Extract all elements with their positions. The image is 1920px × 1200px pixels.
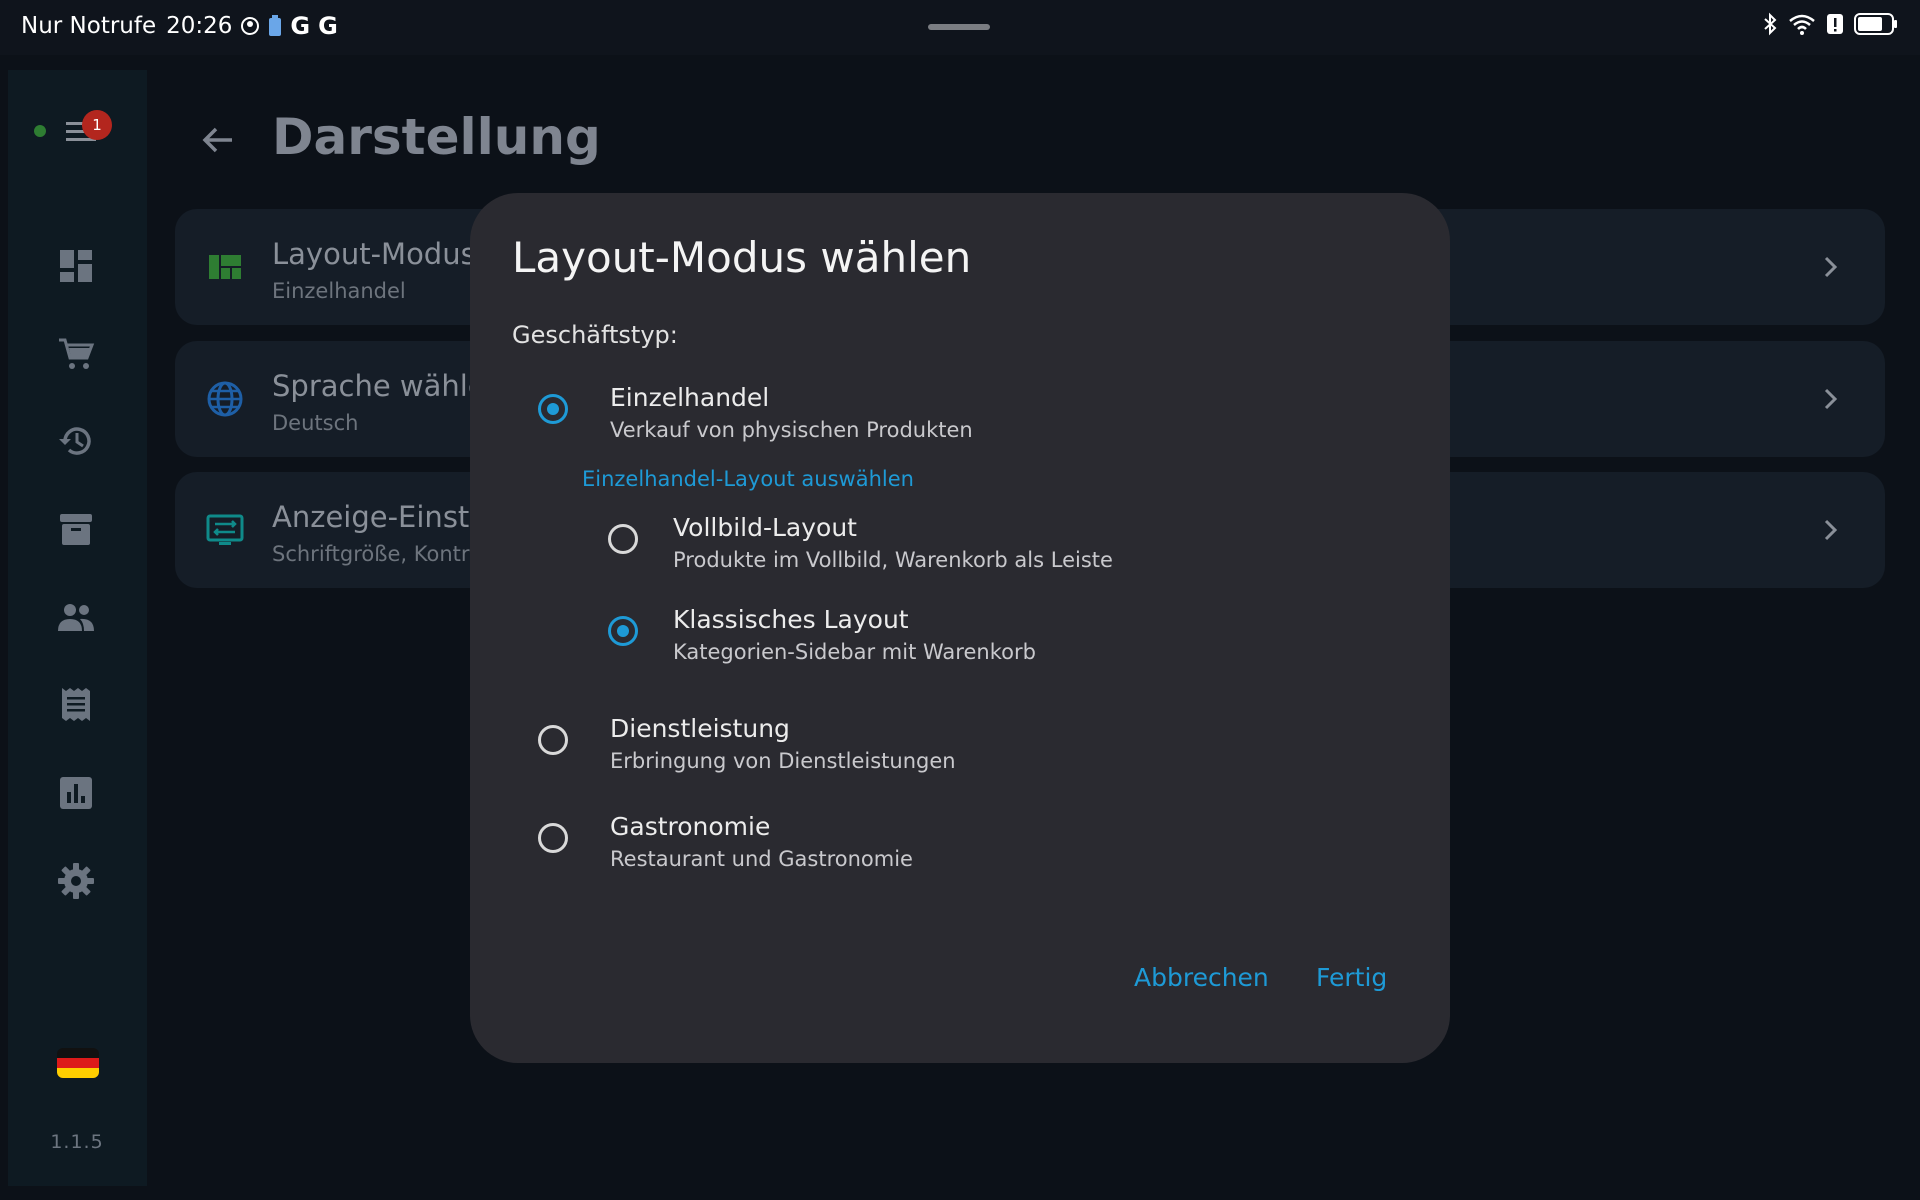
setting-subtitle: Einzelhandel [272, 279, 406, 303]
option-subtitle: Restaurant und Gastronomie [610, 847, 913, 871]
layout-mode-dialog: Layout-Modus wählen Geschäftstyp: Einzel… [470, 193, 1450, 1063]
setting-title: Layout-Modus [272, 237, 476, 271]
nav-reports[interactable] [56, 773, 96, 813]
history-icon [59, 427, 91, 455]
done-button[interactable]: Fertig [1316, 963, 1387, 992]
option-subtitle: Produkte im Vollbild, Warenkorb als Leis… [673, 548, 1113, 572]
setting-subtitle: Schriftgröße, Kontr [272, 542, 470, 566]
google-icon: G [318, 12, 338, 40]
wifi-icon [1788, 13, 1816, 39]
retail-layout-heading: Einzelhandel-Layout auswählen [582, 467, 914, 491]
radio-klassisches-layout[interactable] [608, 616, 638, 646]
option-einzelhandel[interactable]: Einzelhandel Verkauf von physischen Prod… [470, 383, 1450, 463]
battery-icon [1854, 12, 1898, 40]
option-title: Vollbild-Layout [673, 513, 857, 542]
radio-vollbild-layout[interactable] [608, 524, 638, 554]
chevron-right-icon [1824, 388, 1838, 410]
option-title: Klassisches Layout [673, 605, 909, 634]
radio-dienstleistung[interactable] [538, 725, 568, 755]
clock: 20:26 [166, 13, 233, 39]
option-subtitle: Kategorien-Sidebar mit Warenkorb [673, 640, 1036, 664]
option-subtitle: Erbringung von Dienstleistungen [610, 749, 956, 773]
nav-archive[interactable] [56, 509, 96, 549]
arrow-back-icon [202, 127, 232, 153]
bluetooth-icon [1762, 12, 1778, 40]
nav-customers[interactable] [56, 597, 96, 637]
setting-title: Anzeige-Einst [272, 500, 470, 534]
option-dienstleistung[interactable]: Dienstleistung Erbringung von Dienstleis… [470, 714, 1450, 794]
page-title: Darstellung [272, 108, 601, 166]
nav-history[interactable] [56, 421, 96, 461]
option-klassisches-layout[interactable]: Klassisches Layout Kategorien-Sidebar mi… [470, 605, 1450, 685]
cancel-button[interactable]: Abbrechen [1134, 963, 1269, 992]
nav-settings[interactable] [56, 861, 96, 901]
battery-saver-icon [268, 15, 282, 37]
app-notification-icon [240, 16, 260, 36]
carrier-text: Nur Notrufe [21, 13, 157, 39]
cart-icon [59, 338, 95, 369]
business-type-label: Geschäftstyp: [512, 321, 678, 349]
status-right [1762, 12, 1898, 40]
nav-receipts[interactable] [56, 685, 96, 725]
dialog-title: Layout-Modus wählen [512, 233, 972, 282]
chart-icon [60, 777, 92, 809]
globe-icon [207, 381, 243, 417]
option-title: Einzelhandel [610, 383, 770, 412]
option-gastronomie[interactable]: Gastronomie Restaurant und Gastronomie [470, 812, 1450, 892]
option-subtitle: Verkauf von physischen Produkten [610, 418, 973, 442]
language-flag-icon[interactable] [57, 1048, 99, 1078]
receipt-icon [62, 688, 90, 721]
nav-cart[interactable] [56, 334, 96, 374]
online-status-dot [34, 125, 46, 137]
app-version: 1.1.5 [50, 1131, 104, 1153]
layout-icon [209, 255, 241, 279]
back-button[interactable] [198, 120, 238, 160]
radio-gastronomie[interactable] [538, 823, 568, 853]
status-left: Nur Notrufe 20:26 G G [21, 12, 338, 40]
option-title: Dienstleistung [610, 714, 790, 743]
dashboard-icon [60, 250, 92, 282]
alert-icon [1826, 12, 1844, 40]
archive-icon [60, 514, 92, 545]
display-settings-icon [206, 514, 244, 545]
chevron-right-icon [1824, 256, 1838, 278]
notification-badge: 1 [82, 110, 112, 140]
setting-title: Sprache wähle [272, 369, 486, 403]
people-icon [58, 604, 94, 631]
chevron-right-icon [1824, 519, 1838, 541]
gear-icon [58, 863, 94, 899]
nav-dashboard[interactable] [56, 246, 96, 286]
option-vollbild-layout[interactable]: Vollbild-Layout Produkte im Vollbild, Wa… [470, 513, 1450, 593]
status-bar: Nur Notrufe 20:26 G G [0, 0, 1920, 55]
option-title: Gastronomie [610, 812, 771, 841]
setting-subtitle: Deutsch [272, 411, 359, 435]
google-icon: G [290, 12, 311, 40]
radio-einzelhandel[interactable] [538, 394, 568, 424]
drag-handle[interactable] [928, 24, 990, 30]
